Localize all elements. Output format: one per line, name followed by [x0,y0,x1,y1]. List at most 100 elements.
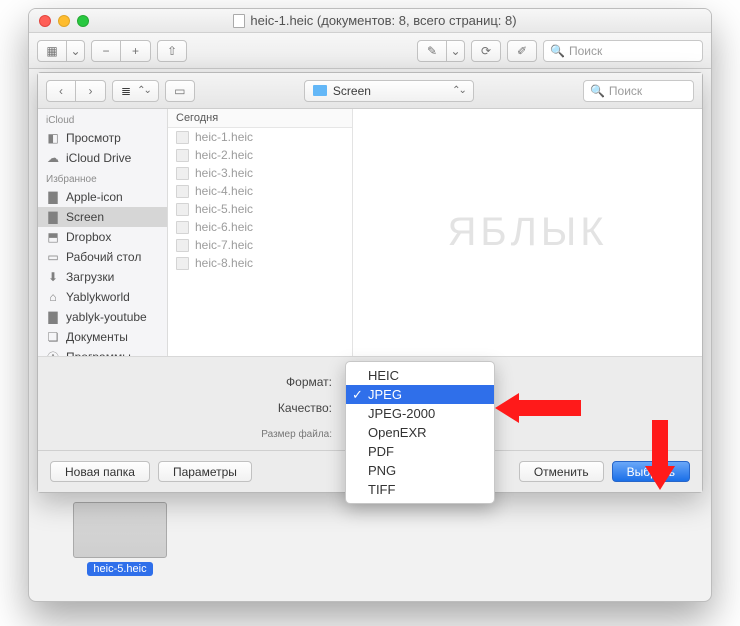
sidebar-item-apple-icon[interactable]: ▇Apple-icon [38,187,167,207]
annotate-button[interactable]: ✐ [507,40,537,62]
format-option-jpeg2000[interactable]: JPEG-2000 [346,404,494,423]
folder-icon: ▇ [46,211,60,223]
file-item[interactable]: heic-5.heic [168,200,352,218]
share-button[interactable]: ⇧ [157,40,187,62]
main-search-field[interactable]: 🔍 Поиск [543,40,703,62]
file-icon [176,131,189,144]
sidebar-item-desktop[interactable]: ▭Рабочий стол [38,247,167,267]
preview-pane: ЯБЛЫК [353,109,702,356]
folder-icon [313,85,327,96]
home-icon: ⌂ [46,291,60,303]
format-option-jpeg[interactable]: JPEG [346,385,494,404]
nav-back-button[interactable]: ‹ [46,80,76,102]
sheet-body: iCloud ◧Просмотр ☁iCloud Drive Избранное… [38,109,702,357]
background-thumbnail[interactable]: heic-5.heic [73,502,167,577]
nav-forward-button[interactable]: › [76,80,106,102]
format-label: Формат: [38,375,340,389]
location-popup[interactable]: Screen ⌃⌄ [304,80,474,102]
sidebar-item-dropbox[interactable]: ⬒Dropbox [38,227,167,247]
sidebar-item-yablyk-youtube[interactable]: ▇yablyk-youtube [38,307,167,327]
file-item[interactable]: heic-2.heic [168,146,352,164]
folder-icon: ▇ [46,191,60,203]
file-icon [176,239,189,252]
sheet-search-field[interactable]: 🔍 Поиск [583,80,694,102]
path-button[interactable]: ▭ [165,80,195,102]
window-title-text: heic-1.heic (документов: 8, всего страни… [250,13,516,28]
minimize-window-button[interactable] [58,15,70,27]
thumbnail-image [73,502,167,558]
sidebar-item-icloud-drive[interactable]: ☁iCloud Drive [38,148,167,168]
sidebar-toggle-button[interactable]: ▦ [37,40,67,62]
file-item[interactable]: heic-1.heic [168,128,352,146]
app-window: heic-1.heic (документов: 8, всего страни… [28,8,712,602]
file-group-header: Сегодня [168,109,352,128]
file-icon [176,221,189,234]
rotate-button[interactable]: ⟳ [471,40,501,62]
location-name: Screen [333,84,371,98]
format-option-heic[interactable]: HEIC [346,366,494,385]
annotation-arrow-choose [645,420,675,490]
file-column: Сегодня heic-1.heic heic-2.heic heic-3.h… [168,109,353,356]
thumbnail-label: heic-5.heic [87,562,152,576]
search-icon: 🔍 [550,44,565,58]
sidebar-item-apps[interactable]: ⒶПрограммы [38,347,167,356]
sidebar-item-yablykworld[interactable]: ⌂Yablykworld [38,287,167,307]
format-option-openexr[interactable]: OpenEXR [346,423,494,442]
sidebar-item-preview[interactable]: ◧Просмотр [38,128,167,148]
new-folder-button[interactable]: Новая папка [50,461,150,482]
sidebar-section-favorites: Избранное [38,168,167,187]
close-window-button[interactable] [39,15,51,27]
file-icon [176,185,189,198]
window-controls [29,15,89,27]
cloud-icon: ☁ [46,152,60,164]
watermark: ЯБЛЫК [447,210,607,255]
documents-icon: ❏ [46,331,60,343]
search-icon: 🔍 [590,84,605,98]
sidebar-item-documents[interactable]: ❏Документы [38,327,167,347]
view-mode-popup[interactable]: ≣ ⌃⌄ [112,80,159,102]
sheet-sidebar: iCloud ◧Просмотр ☁iCloud Drive Избранное… [38,109,168,356]
format-option-pdf[interactable]: PDF [346,442,494,461]
apps-icon: Ⓐ [46,351,60,356]
zoom-out-button[interactable]: − [91,40,121,62]
file-item[interactable]: heic-6.heic [168,218,352,236]
dropbox-icon: ⬒ [46,231,60,243]
quality-label: Качество: [38,401,340,415]
file-icon [176,257,189,270]
preview-app-icon: ◧ [46,132,60,144]
format-option-tiff[interactable]: TIFF [346,480,494,499]
file-item[interactable]: heic-7.heic [168,236,352,254]
search-placeholder: Поиск [569,44,602,58]
main-toolbar: ▦ ⌄ − + ⇧ ✎ ⌄ ⟳ ✐ 🔍 Поиск [29,33,711,69]
sidebar-dropdown-button[interactable]: ⌄ [67,40,85,62]
titlebar: heic-1.heic (документов: 8, всего страни… [29,9,711,33]
sidebar-item-downloads[interactable]: ⬇Загрузки [38,267,167,287]
file-icon [176,167,189,180]
sheet-search-placeholder: Поиск [609,84,642,98]
format-option-png[interactable]: PNG [346,461,494,480]
zoom-window-button[interactable] [77,15,89,27]
file-item[interactable]: heic-8.heic [168,254,352,272]
cancel-button[interactable]: Отменить [519,461,604,482]
sidebar-section-icloud: iCloud [38,109,167,128]
format-dropdown-menu[interactable]: HEIC JPEG JPEG-2000 OpenEXR PDF PNG TIFF [345,361,495,504]
sheet-toolbar: ‹ › ≣ ⌃⌄ ▭ Screen ⌃⌄ 🔍 Поиск [38,73,702,109]
filesize-label: Размер файла: [38,429,340,440]
file-icon [176,149,189,162]
file-item[interactable]: heic-3.heic [168,164,352,182]
save-sheet: ‹ › ≣ ⌃⌄ ▭ Screen ⌃⌄ 🔍 Поиск iClou [37,72,703,493]
annotation-arrow-format [495,393,581,423]
window-title: heic-1.heic (документов: 8, всего страни… [89,13,711,28]
desktop-icon: ▭ [46,251,60,263]
markup-dropdown-button[interactable]: ⌄ [447,40,465,62]
folder-icon: ▇ [46,311,60,323]
file-icon [176,203,189,216]
zoom-in-button[interactable]: + [121,40,151,62]
params-button[interactable]: Параметры [158,461,252,482]
document-icon [233,14,245,28]
markup-button[interactable]: ✎ [417,40,447,62]
sidebar-item-screen[interactable]: ▇Screen [38,207,167,227]
downloads-icon: ⬇ [46,271,60,283]
export-options: Формат: Качество: Размер файла: HEIC JPE… [38,357,702,450]
file-item[interactable]: heic-4.heic [168,182,352,200]
